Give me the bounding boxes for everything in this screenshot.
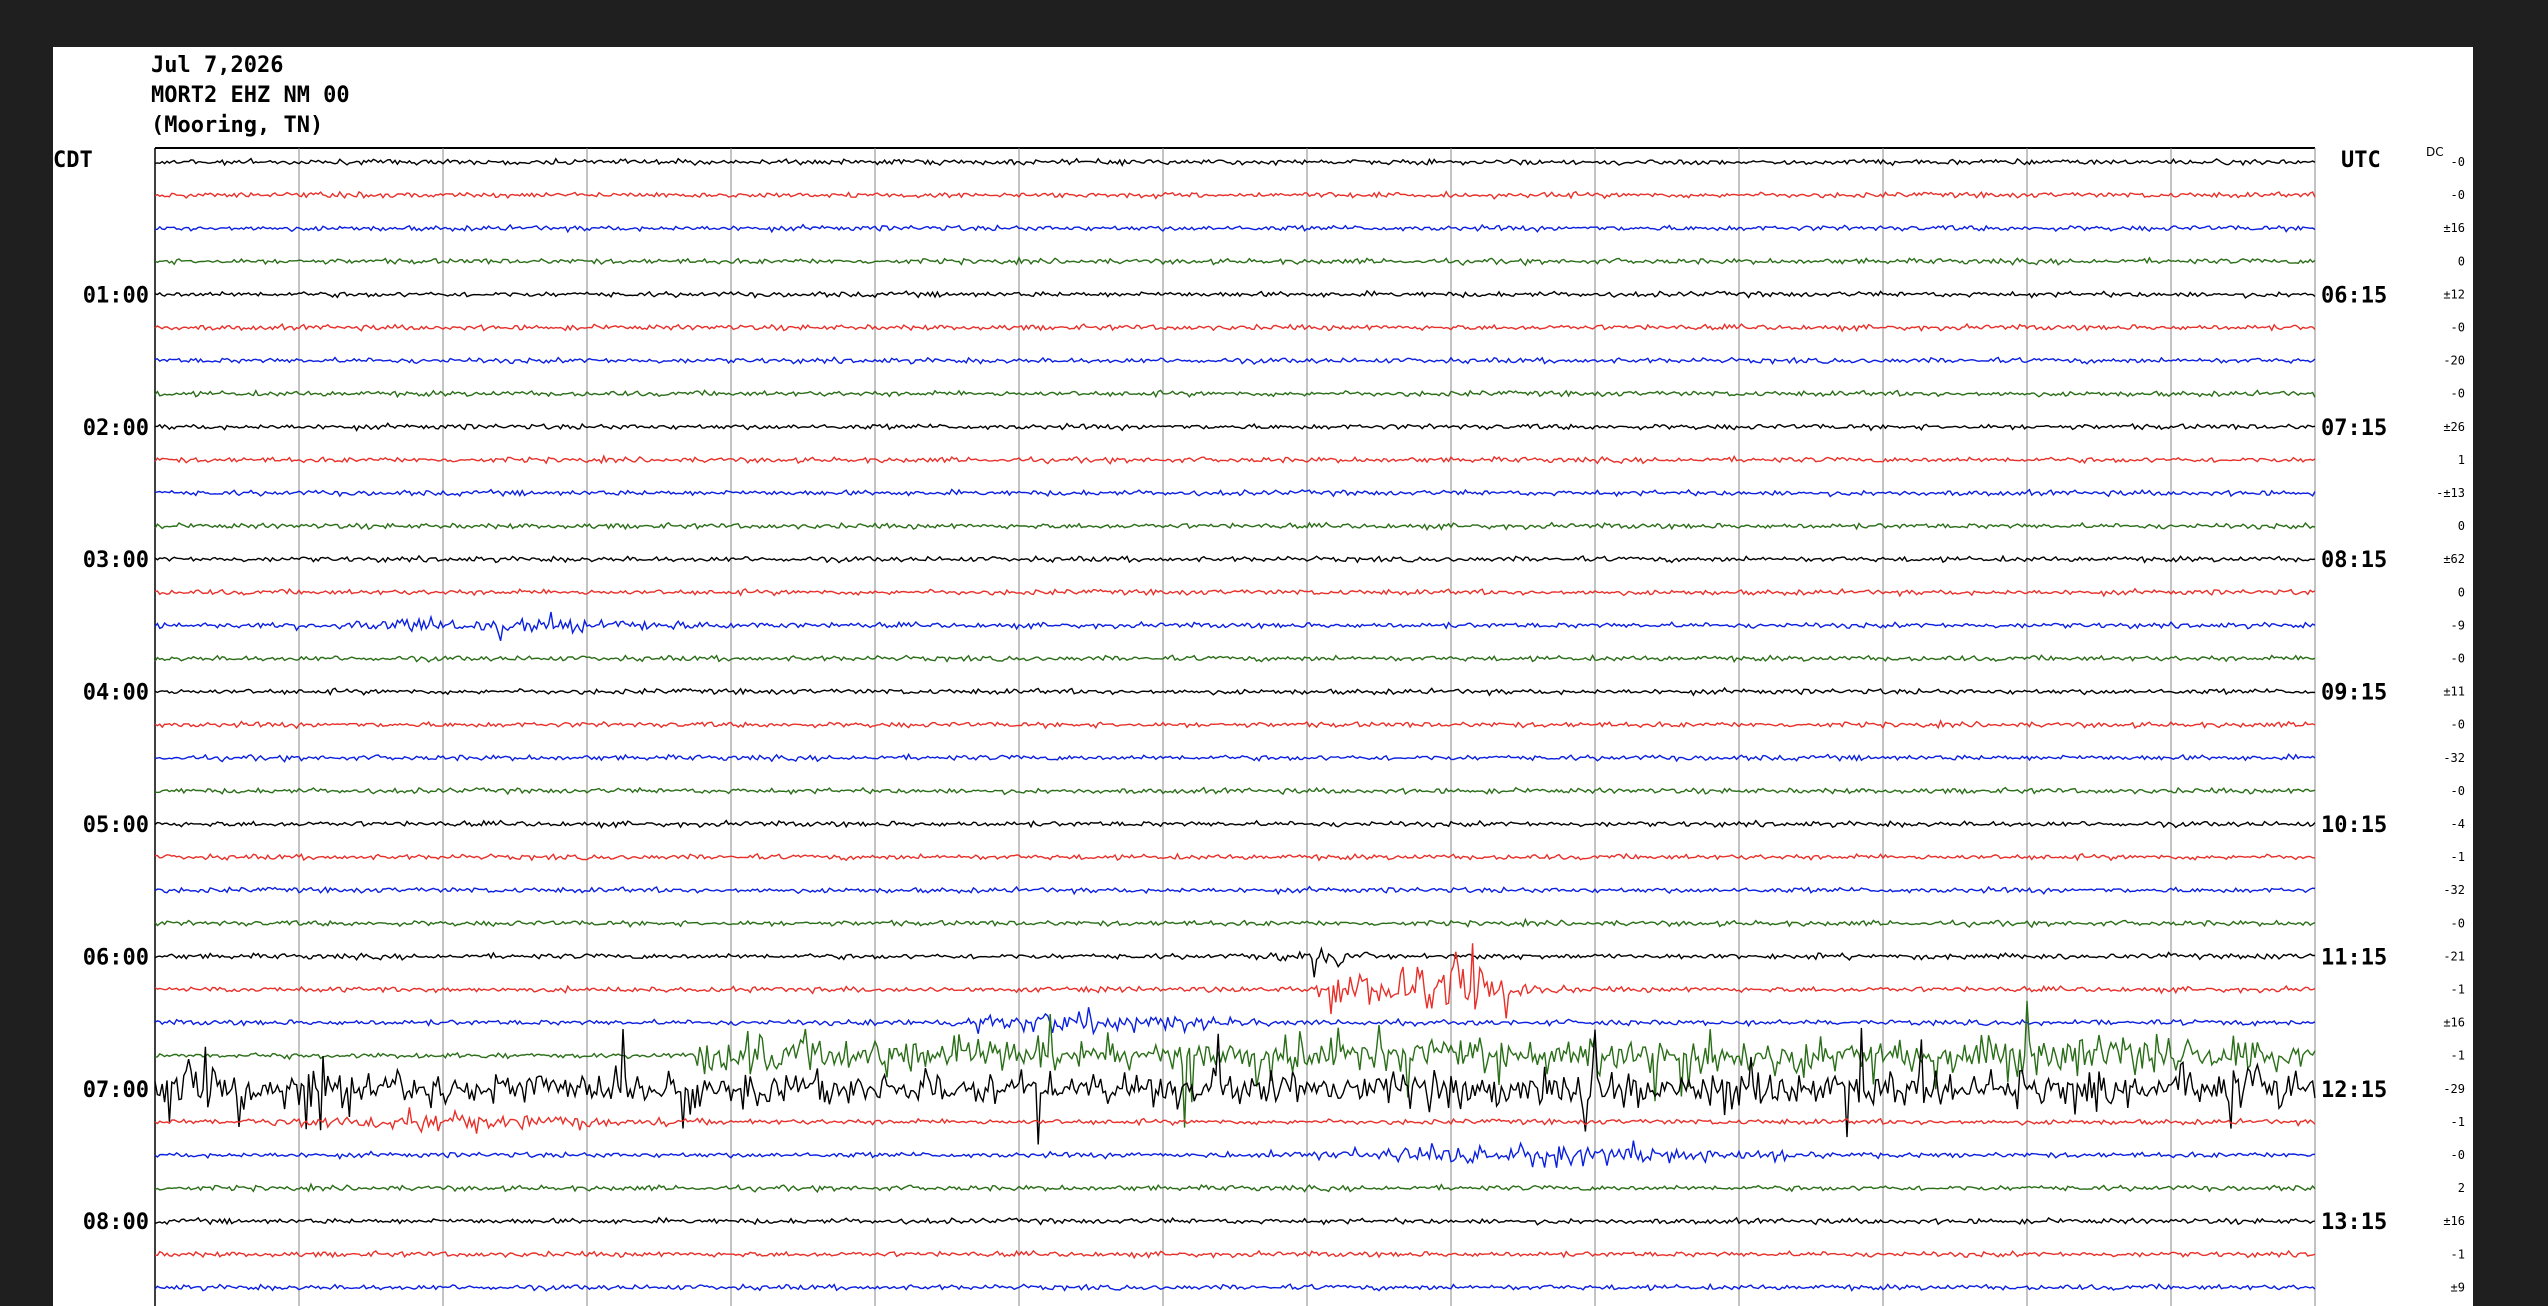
right-time-label: 08:15: [2321, 548, 2387, 573]
dc-offset-label: ±62: [2443, 552, 2465, 566]
dc-offset-label: 0: [2458, 585, 2465, 599]
seismogram-traces: -0 -0 ±16 0 ±12 -0 -20 -0 ±26 1 -±13 0 ±62 0 -9 -0 ±11 -0…: [83, 147, 2465, 1306]
trace-line-30: [154, 1107, 2316, 1134]
dc-offset-label: -1: [2451, 850, 2465, 864]
dc-offset-label: -±13: [2436, 486, 2465, 500]
right-time-label: 13:15: [2321, 1210, 2387, 1235]
right-time-label: 12:15: [2321, 1078, 2387, 1103]
left-time-label: 08:00: [83, 1210, 149, 1235]
right-time-label: 10:15: [2321, 813, 2387, 838]
dc-offset-label: -0: [2451, 916, 2465, 930]
left-time-label: 01:00: [83, 283, 149, 308]
dc-offset-label: -29: [2443, 1082, 2465, 1096]
dc-offset-label: ±12: [2443, 287, 2465, 301]
dc-offset-label: -20: [2443, 354, 2465, 368]
helicorder-plot: Jul 7,2026 MORT2 EHZ NM 00 (Mooring, TN)…: [53, 47, 2473, 1306]
trace-line-15: [154, 611, 2316, 641]
trace-line-20: [154, 786, 2316, 796]
dc-offset-label: -32: [2443, 883, 2465, 897]
trace-line-35: [154, 1282, 2316, 1292]
dc-offset-label: ±11: [2443, 685, 2465, 699]
dc-offset-label: -21: [2443, 949, 2465, 963]
right-time-label: 07:15: [2321, 416, 2387, 441]
left-time-label: 02:00: [83, 416, 149, 441]
dc-offset-label: -1: [2451, 1049, 2465, 1063]
trace-line-22: [155, 852, 2316, 862]
trace-line-17: [154, 686, 2316, 697]
right-time-label: 11:15: [2321, 945, 2387, 970]
trace-line-9: [155, 422, 2316, 432]
dc-offset-label: -32: [2443, 751, 2465, 765]
dc-offset-label: -0: [2451, 155, 2465, 169]
trace-line-11: [154, 488, 2316, 498]
dc-offset-label: -1: [2451, 1247, 2465, 1261]
trace-line-12: [154, 521, 2316, 532]
right-time-label: 09:15: [2321, 681, 2387, 706]
trace-line-32: [154, 1182, 2316, 1194]
trace-line-3: [154, 223, 2316, 234]
right-time-label: 06:15: [2321, 283, 2387, 308]
trace-line-2: [154, 190, 2316, 200]
trace-line-19: [154, 752, 2316, 763]
dc-offset-label: ±16: [2443, 1016, 2465, 1030]
dc-offset-label: -9: [2451, 618, 2465, 632]
dc-offset-label: -4: [2451, 817, 2465, 831]
dc-offset-label: ±26: [2443, 420, 2465, 434]
dc-offset-label: -1: [2451, 1115, 2465, 1129]
dc-offset-label: 0: [2458, 519, 2465, 533]
trace-line-18: [154, 718, 2316, 730]
dc-offset-label: -0: [2451, 188, 2465, 202]
dc-offset-label: 1: [2458, 453, 2465, 467]
trace-line-14: [154, 587, 2316, 598]
dc-offset-label: -0: [2451, 387, 2465, 401]
dc-offset-label: -0: [2451, 718, 2465, 732]
dc-offset-label: 2: [2458, 1181, 2465, 1195]
dc-offset-label: ±9: [2451, 1280, 2465, 1294]
trace-line-10: [154, 454, 2316, 465]
trace-line-25: [154, 946, 2315, 978]
dc-offset-label: -0: [2451, 652, 2465, 666]
trace-line-23: [154, 885, 2316, 896]
trace-line-5: [154, 289, 2316, 299]
left-time-label: 05:00: [83, 813, 149, 838]
left-time-label: 04:00: [83, 681, 149, 706]
trace-line-16: [154, 653, 2316, 664]
dc-offset-label: -0: [2451, 784, 2465, 798]
dc-offset-label: ±16: [2443, 221, 2465, 235]
trace-line-13: [154, 554, 2316, 564]
trace-line-24: [154, 917, 2316, 929]
dc-offset-label: ±16: [2443, 1214, 2465, 1228]
trace-line-8: [154, 389, 2316, 399]
trace-line-31: [154, 1140, 2316, 1168]
trace-line-21: [154, 819, 2316, 829]
dc-offset-label: -0: [2451, 321, 2465, 335]
trace-line-1: [154, 157, 2316, 167]
trace-line-33: [154, 1216, 2316, 1226]
dc-offset-label: -0: [2451, 1148, 2465, 1162]
trace-line-27: [154, 1007, 2316, 1036]
left-time-label: 03:00: [83, 548, 149, 573]
trace-line-7: [154, 356, 2316, 365]
dc-offset-label: -1: [2451, 983, 2465, 997]
left-time-label: 06:00: [83, 945, 149, 970]
trace-line-6: [154, 322, 2316, 333]
trace-line-4: [154, 255, 2316, 267]
left-time-label: 07:00: [83, 1078, 149, 1103]
trace-line-34: [154, 1249, 2316, 1260]
dc-offset-label: 0: [2458, 254, 2465, 268]
